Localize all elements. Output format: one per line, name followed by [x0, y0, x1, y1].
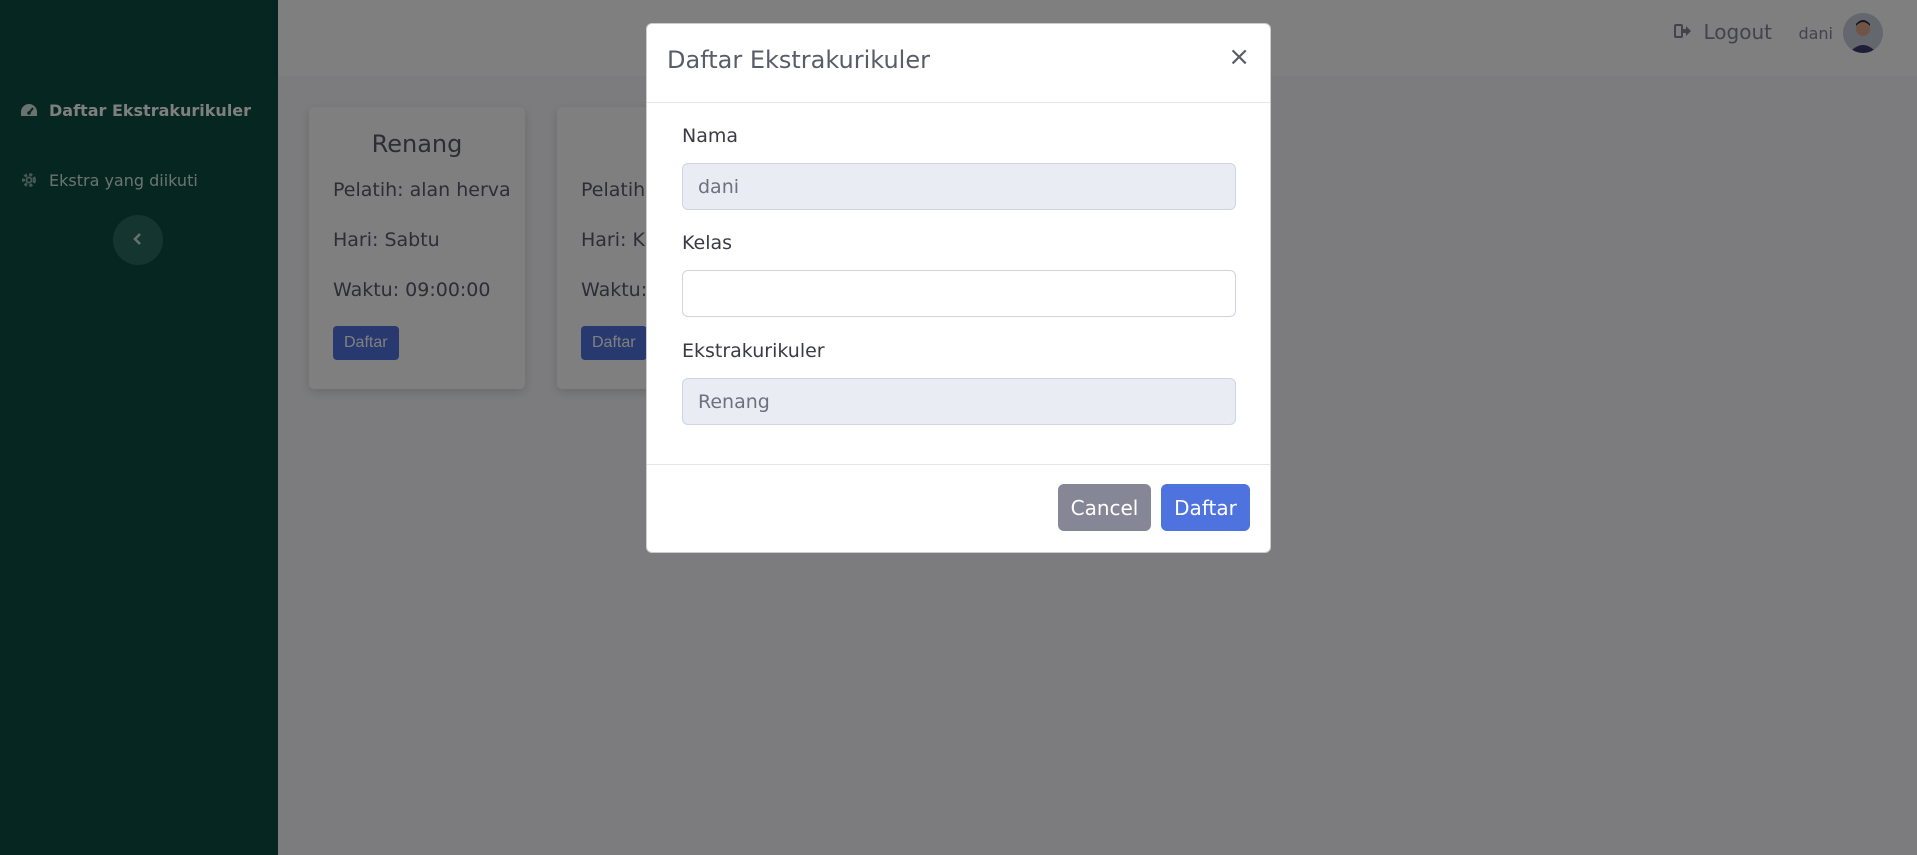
daftar-submit-button[interactable]: Daftar [1161, 484, 1250, 531]
cancel-button[interactable]: Cancel [1058, 484, 1151, 531]
register-modal: Daftar Ekstrakurikuler × Nama Kelas Ekst… [646, 23, 1271, 553]
kelas-label: Kelas [682, 232, 733, 254]
modal-footer: Cancel Daftar [647, 464, 1270, 552]
nama-label: Nama [682, 125, 739, 147]
close-icon[interactable]: × [1228, 44, 1250, 70]
ekstrakurikuler-label: Ekstrakurikuler [682, 340, 825, 362]
kelas-field[interactable] [682, 270, 1236, 317]
modal-header: Daftar Ekstrakurikuler × [647, 24, 1270, 103]
modal-title: Daftar Ekstrakurikuler [667, 46, 930, 74]
nama-field[interactable] [682, 163, 1236, 210]
ekstrakurikuler-field[interactable] [682, 378, 1236, 425]
